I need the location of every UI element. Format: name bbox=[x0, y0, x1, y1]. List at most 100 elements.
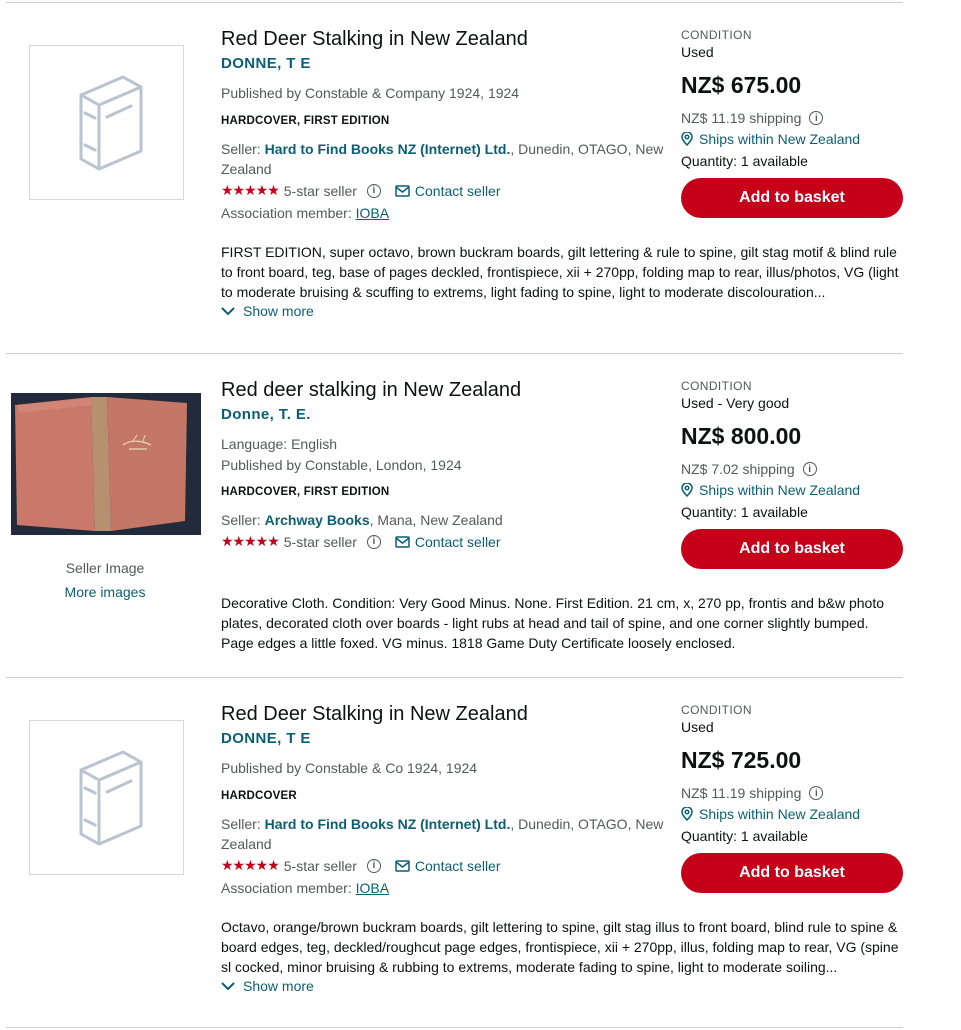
contact-seller-label: Contact seller bbox=[414, 533, 501, 550]
condition-label: CONDITION bbox=[681, 28, 752, 42]
five-star-icon: ★★★★★ bbox=[221, 533, 280, 549]
seller-info: Seller: Hard to Find Books NZ (Internet)… bbox=[221, 814, 666, 854]
book-photo[interactable] bbox=[11, 393, 201, 535]
info-icon[interactable]: i bbox=[366, 534, 381, 549]
show-more-button[interactable]: Show more bbox=[221, 303, 314, 319]
association-prefix: Association member: bbox=[221, 205, 356, 221]
add-to-basket-button[interactable]: Add to basket bbox=[681, 529, 903, 569]
published-info: Published by Constable, London, 1924 bbox=[221, 457, 462, 473]
seller-location: , Mana, New Zealand bbox=[369, 512, 503, 528]
condition-label: CONDITION bbox=[681, 379, 752, 393]
quantity-available: Quantity: 1 available bbox=[681, 153, 808, 169]
book-image-placeholder[interactable] bbox=[29, 45, 184, 200]
more-images-link[interactable]: More images bbox=[10, 584, 200, 600]
seller-rating: ★★★★★ 5-star seller i Contact seller bbox=[221, 857, 501, 874]
shipping-cost: NZ$ 7.02 shipping i bbox=[681, 461, 903, 477]
listing-author[interactable]: DONNE, T E bbox=[221, 55, 311, 72]
seller-image-label: Seller Image bbox=[65, 560, 145, 576]
price: NZ$ 725.00 bbox=[681, 747, 802, 773]
ships-within[interactable]: Ships within New Zealand bbox=[681, 131, 903, 147]
contact-seller-link[interactable]: Contact seller bbox=[395, 183, 501, 199]
chevron-down-icon bbox=[221, 981, 235, 990]
condition-value: Used bbox=[681, 44, 714, 60]
listing-description: Octavo, orange/brown buckram boards, gil… bbox=[221, 917, 905, 977]
listing-description: FIRST EDITION, super octavo, brown buckr… bbox=[221, 242, 905, 302]
show-more-button[interactable]: Show more bbox=[221, 978, 314, 994]
published-info: Published by Constable & Co 1924, 1924 bbox=[221, 760, 478, 776]
divider bbox=[6, 677, 903, 678]
price: NZ$ 800.00 bbox=[681, 423, 802, 449]
chevron-down-icon bbox=[221, 306, 235, 315]
location-pin-icon bbox=[681, 807, 693, 821]
description-text: Decorative Cloth. Condition: Very Good M… bbox=[221, 595, 885, 651]
shipping-label: NZ$ 11.19 shipping bbox=[681, 110, 802, 126]
envelope-icon bbox=[395, 535, 410, 548]
info-icon[interactable]: i bbox=[802, 462, 817, 476]
seller-prefix: Seller: bbox=[221, 816, 265, 832]
quantity-available: Quantity: 1 available bbox=[681, 828, 808, 844]
published-info: Published by Constable & Company 1924, 1… bbox=[221, 85, 520, 101]
info-icon[interactable]: i bbox=[809, 786, 824, 800]
info-icon[interactable]: i bbox=[366, 858, 381, 873]
purchase-panel: CONDITION Used NZ$ 675.00 NZ$ 11.19 ship… bbox=[681, 28, 903, 218]
ships-within[interactable]: Ships within New Zealand bbox=[681, 806, 903, 822]
location-pin-icon bbox=[681, 132, 693, 146]
shipping-label: NZ$ 11.19 shipping bbox=[681, 785, 802, 801]
listing-title[interactable]: Red Deer Stalking in New Zealand bbox=[221, 703, 528, 726]
association-info: Association member: IOBA bbox=[221, 880, 389, 896]
rating-label: 5-star seller bbox=[283, 857, 357, 874]
seller-name-link[interactable]: Hard to Find Books NZ (Internet) Ltd. bbox=[265, 141, 511, 157]
listing-author[interactable]: Donne, T. E. bbox=[221, 406, 311, 423]
association-prefix: Association member: bbox=[221, 880, 356, 896]
rating-label: 5-star seller bbox=[283, 533, 357, 550]
contact-seller-label: Contact seller bbox=[414, 857, 501, 874]
envelope-icon bbox=[395, 184, 410, 197]
location-pin-icon bbox=[681, 483, 693, 497]
shipping-cost: NZ$ 11.19 shipping i bbox=[681, 110, 903, 126]
info-icon[interactable]: i bbox=[366, 183, 381, 198]
seller-rating: ★★★★★ 5-star seller i Contact seller bbox=[221, 533, 501, 550]
five-star-icon: ★★★★★ bbox=[221, 182, 280, 198]
purchase-panel: CONDITION Used - Very good NZ$ 800.00 NZ… bbox=[681, 379, 903, 569]
price: NZ$ 675.00 bbox=[681, 72, 802, 98]
binding-info: HARDCOVER, FIRST EDITION bbox=[221, 486, 390, 498]
binding-info: HARDCOVER, FIRST EDITION bbox=[221, 115, 390, 127]
description-text: Octavo, orange/brown buckram boards, gil… bbox=[221, 919, 899, 975]
condition-value: Used bbox=[681, 719, 714, 735]
language-info: Language: English bbox=[221, 436, 337, 452]
listing-author[interactable]: DONNE, T E bbox=[221, 730, 311, 747]
divider bbox=[6, 2, 903, 3]
ships-within[interactable]: Ships within New Zealand bbox=[681, 482, 903, 498]
listing-title[interactable]: Red Deer Stalking in New Zealand bbox=[221, 28, 528, 51]
listing-title[interactable]: Red deer stalking in New Zealand bbox=[221, 379, 521, 402]
book-image-placeholder[interactable] bbox=[29, 720, 184, 875]
seller-name-link[interactable]: Archway Books bbox=[265, 512, 370, 528]
purchase-panel: CONDITION Used NZ$ 725.00 NZ$ 11.19 ship… bbox=[681, 703, 903, 893]
contact-seller-link[interactable]: Contact seller bbox=[395, 534, 501, 550]
rating-label: 5-star seller bbox=[283, 182, 357, 199]
association-link[interactable]: IOBA bbox=[356, 205, 389, 221]
envelope-icon bbox=[395, 859, 410, 872]
listing-2: Seller Image More images Red deer stalki… bbox=[0, 351, 961, 651]
seller-info: Seller: Hard to Find Books NZ (Internet)… bbox=[221, 139, 666, 179]
ships-within-label: Ships within New Zealand bbox=[699, 131, 861, 147]
association-link[interactable]: IOBA bbox=[356, 880, 389, 896]
divider bbox=[6, 1027, 903, 1028]
contact-seller-link[interactable]: Contact seller bbox=[395, 858, 501, 874]
description-text: FIRST EDITION, super octavo, brown buckr… bbox=[221, 244, 899, 300]
association-info: Association member: IOBA bbox=[221, 205, 389, 221]
seller-rating: ★★★★★ 5-star seller i Contact seller bbox=[221, 182, 501, 199]
add-to-basket-button[interactable]: Add to basket bbox=[681, 853, 903, 893]
add-to-basket-button[interactable]: Add to basket bbox=[681, 178, 903, 218]
condition-label: CONDITION bbox=[681, 703, 752, 717]
listing-description: Decorative Cloth. Condition: Very Good M… bbox=[221, 593, 905, 653]
seller-prefix: Seller: bbox=[221, 512, 265, 528]
ships-within-label: Ships within New Zealand bbox=[699, 806, 861, 822]
show-more-label: Show more bbox=[243, 978, 314, 994]
info-icon[interactable]: i bbox=[809, 111, 824, 125]
book-placeholder-icon bbox=[79, 750, 142, 845]
seller-name-link[interactable]: Hard to Find Books NZ (Internet) Ltd. bbox=[265, 816, 511, 832]
contact-seller-label: Contact seller bbox=[414, 182, 501, 199]
book-photo-image bbox=[11, 393, 201, 535]
book-placeholder-icon bbox=[79, 75, 142, 170]
